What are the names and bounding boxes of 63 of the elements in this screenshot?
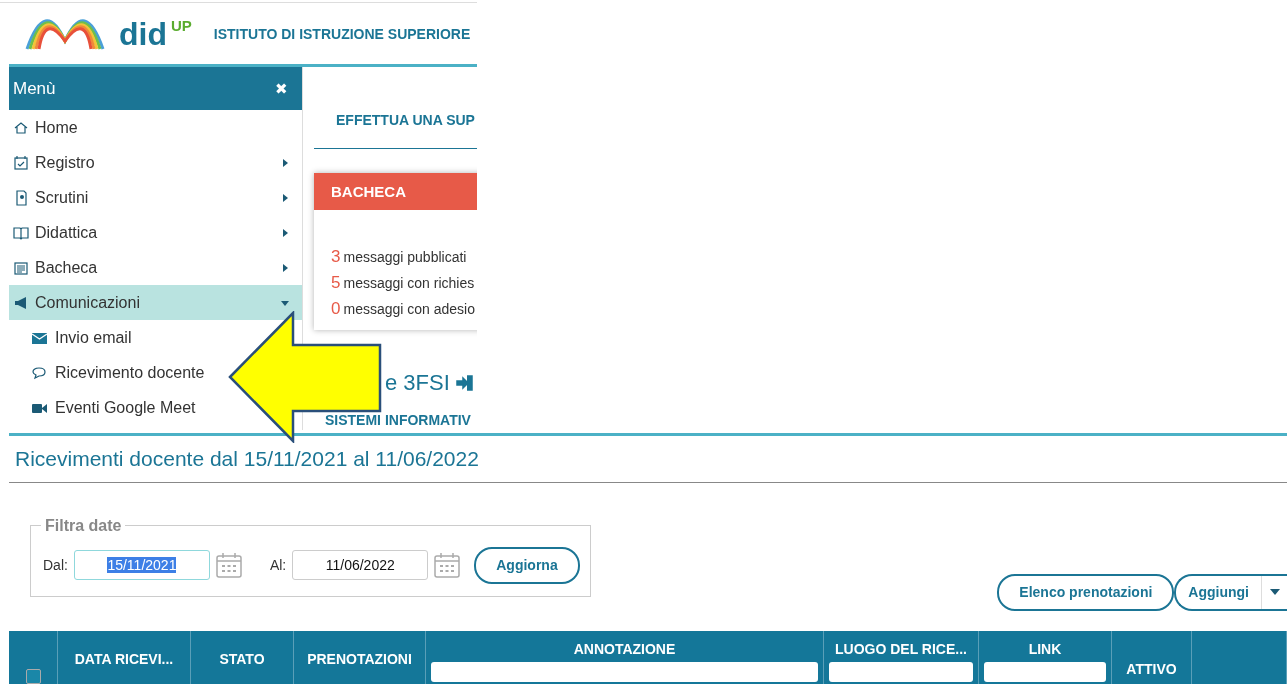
column-header[interactable]: PRENOTAZIONI: [307, 650, 412, 667]
submenu-item-icon: [31, 364, 48, 381]
class-name: e 3FSI: [385, 370, 450, 396]
action-link[interactable]: EFFETTUA UNA SUP: [314, 67, 477, 149]
logo-text: did: [119, 17, 167, 50]
submenu-item[interactable]: Ricevimento docente: [9, 355, 205, 390]
submenu-item-label: Invio email: [55, 328, 132, 347]
menu-item-icon: [13, 224, 29, 241]
menu-item[interactable]: Comunicazioni: [9, 285, 302, 320]
column-filter-field[interactable]: [984, 661, 1106, 682]
menu-item-label: Didattica: [35, 223, 99, 242]
field-label: Dal:: [43, 557, 68, 574]
caret-icon: [1269, 589, 1280, 596]
column-header[interactable]: ANNOTAZIONE: [573, 640, 676, 657]
rainbow-logo-icon: [25, 17, 105, 50]
menu-item-label: Registro: [35, 153, 96, 172]
school-name: ISTITUTO DI ISTRUZIONE SUPERIORE: [213, 25, 471, 42]
select-all-checkbox[interactable]: [25, 668, 41, 684]
menu-item-icon: [13, 259, 29, 276]
menu-item-label: Home: [35, 118, 79, 137]
bookings-button[interactable]: Elenco prenotazioni: [997, 573, 1175, 611]
page-title: Ricevimenti docente dal 15/11/2021 al 11/06/2022: [15, 446, 480, 472]
close-icon[interactable]: ✖: [275, 79, 288, 98]
menu-item-icon: [13, 294, 29, 311]
column-header[interactable]: DATA RICEVI...: [74, 650, 174, 667]
submenu-item-label: Ricevimento docente: [55, 363, 205, 382]
class-subtitle: SISTEMI INFORMATIV: [324, 413, 472, 427]
column-header[interactable]: LINK: [1028, 640, 1062, 657]
column-filter-field[interactable]: [431, 661, 818, 682]
column-header[interactable]: STATO: [219, 650, 265, 667]
menu-item[interactable]: Bacheca: [9, 250, 302, 285]
menu-item[interactable]: Scrutini: [9, 180, 302, 215]
menu-item[interactable]: Registro: [9, 145, 302, 180]
menu-item[interactable]: Home: [9, 110, 302, 145]
column-header[interactable]: LUOGO DEL RICE...: [835, 640, 967, 657]
filter-legend: Filtra date: [41, 516, 126, 535]
menu-item[interactable]: Didattica: [9, 215, 302, 250]
menu-item-icon: [13, 154, 29, 171]
message-count: 3: [331, 247, 341, 267]
message-count: 0: [331, 299, 341, 319]
menu-title: Menù: [13, 78, 56, 99]
card-header: BACHECA: [314, 173, 477, 210]
submenu-item-label: Eventi Google Meet: [55, 398, 196, 417]
field-label: Al:: [269, 557, 287, 574]
message-text: messaggi pubblicati: [343, 249, 467, 265]
refresh-button[interactable]: Aggiorna: [474, 546, 580, 584]
submenu-item[interactable]: Eventi Google Meet: [9, 390, 196, 425]
message-text: messaggi con richies: [343, 275, 475, 291]
add-split-button[interactable]: Aggiungi: [1174, 573, 1287, 611]
message-count: 5: [331, 273, 341, 293]
date-field[interactable]: 11/06/2022: [292, 550, 429, 581]
column-header[interactable]: ATTIVO: [1126, 660, 1177, 677]
menu-item-label: Scrutini: [35, 188, 90, 207]
message-text: messaggi con adesio: [343, 301, 475, 317]
sign-in-icon[interactable]: [455, 375, 474, 391]
menu-item-icon: [13, 189, 29, 206]
menu-item-label: Bacheca: [35, 258, 99, 277]
menu-item-label: Comunicazioni: [35, 293, 141, 312]
date-field[interactable]: 15/11/2021: [73, 550, 210, 581]
logo-superscript: UP: [171, 17, 192, 33]
column-filter-field[interactable]: [829, 661, 973, 682]
add-button[interactable]: Aggiungi: [1188, 584, 1261, 601]
submenu-item[interactable]: Invio email: [9, 320, 132, 355]
